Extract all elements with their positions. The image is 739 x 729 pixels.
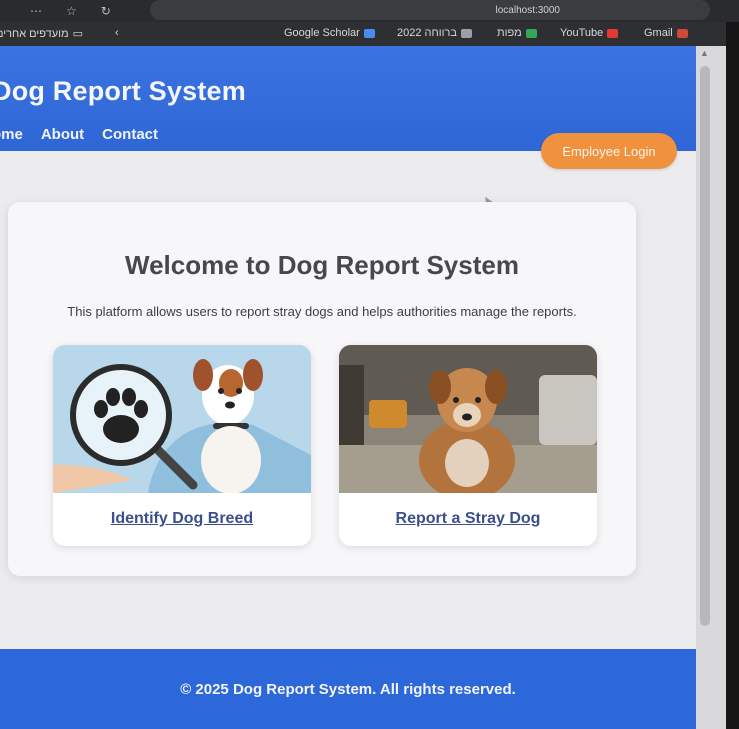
main-nav: ome About Contact: [0, 126, 158, 143]
bookmark-label: Gmail: [644, 27, 673, 39]
nav-home[interactable]: ome: [0, 126, 23, 143]
bookmark-label: מועדפים אחרים: [0, 27, 69, 40]
star-icon[interactable]: ☆: [66, 4, 77, 18]
site-title: Dog Report System: [0, 76, 246, 106]
page-scrollbar[interactable]: ▲: [696, 46, 726, 729]
more-icon[interactable]: ⋯: [30, 4, 42, 18]
scrollbar-thumb[interactable]: [700, 66, 710, 626]
stray-dog-photo: [339, 345, 597, 493]
browser-tab-bar: ⋯ ☆ ↻ localhost:3000: [0, 0, 739, 22]
page-viewport: Dog Report System ome About Contact Empl…: [0, 46, 696, 729]
welcome-card: Welcome to Dog Report System This platfo…: [8, 202, 636, 576]
report-stray-card[interactable]: Report a Stray Dog: [339, 345, 597, 546]
bookmark-youtube[interactable]: YouTube: [560, 27, 619, 39]
site-footer: © 2025 Dog Report System. All rights res…: [0, 649, 696, 729]
maps-icon: [525, 28, 537, 38]
identify-breed-link[interactable]: Identify Dog Breed: [53, 510, 311, 528]
gmail-icon: [676, 28, 688, 38]
identify-breed-card[interactable]: Identify Dog Breed: [53, 345, 311, 546]
bookmark-2022[interactable]: 2022 ברווחה: [397, 27, 472, 39]
bookmarks-bar: מועדפים אחרים ▭ ‹ Google Scholar 2022 בר…: [0, 22, 739, 46]
back-icon[interactable]: ‹: [115, 27, 119, 39]
bookmark-other-folder[interactable]: מועדפים אחרים ▭: [0, 27, 83, 41]
reload-icon[interactable]: ↻: [101, 4, 111, 18]
report-stray-link[interactable]: Report a Stray Dog: [339, 510, 597, 528]
bookmark-google-scholar[interactable]: Google Scholar: [284, 27, 375, 39]
paw-magnifier-icon: [53, 345, 311, 493]
nav-contact[interactable]: Contact: [102, 126, 158, 143]
page-title: Welcome to Dog Report System: [125, 250, 519, 280]
folder-icon: ▭: [72, 28, 83, 40]
employee-login-button[interactable]: Employee Login: [541, 133, 677, 169]
tab-title: localhost:3000: [495, 4, 561, 16]
bookmark-label: מפות: [497, 27, 522, 39]
window-edge: [726, 22, 739, 729]
address-bar[interactable]: localhost:3000: [150, 0, 710, 20]
intro-text: This platform allows users to report str…: [67, 304, 577, 319]
scholar-icon: [363, 28, 375, 38]
bookmark-label: YouTube: [560, 27, 604, 39]
nav-about[interactable]: About: [41, 126, 84, 143]
scroll-up-icon[interactable]: ▲: [700, 48, 709, 58]
bookmark-label: Google Scholar: [284, 27, 360, 39]
bookmark-gmail[interactable]: Gmail: [644, 27, 688, 39]
bookmark-label: 2022 ברווחה: [397, 27, 457, 39]
bookmark-maps[interactable]: מפות: [497, 27, 537, 39]
copyright-text: © 2025 Dog Report System. All rights res…: [180, 681, 516, 698]
youtube-icon: [607, 28, 619, 38]
document-icon: [460, 28, 472, 38]
